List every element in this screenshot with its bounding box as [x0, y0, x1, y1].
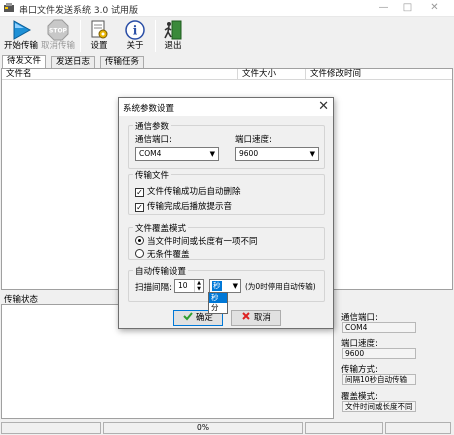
column-file-size[interactable]: 文件大小	[238, 69, 306, 80]
cancel-button[interactable]: 取消	[231, 310, 281, 326]
port-select-value: COM4	[139, 149, 162, 158]
file-list-header: 文件名 文件大小 文件修改时间	[2, 69, 452, 80]
speed-select[interactable]: 9600 ▼	[235, 147, 319, 161]
spinner-arrows-icon[interactable]: ▲ ▼	[194, 280, 203, 292]
port-label: 通信端口:	[135, 135, 172, 145]
interval-unit-value: 秒	[212, 281, 222, 291]
dialog-title-bar: 系统参数设置 ✕	[119, 98, 333, 116]
chevron-down-icon: ▼	[232, 282, 238, 290]
unit-option-seconds[interactable]: 秒	[209, 293, 227, 303]
side-mode-value: 间隔10秒自动传输	[342, 374, 416, 385]
column-modified-time[interactable]: 文件修改时间	[306, 69, 452, 80]
maximize-button[interactable]: □	[401, 2, 414, 14]
chevron-down-icon: ▼	[309, 150, 315, 158]
toolbar-separator	[155, 20, 156, 52]
overwrite-mode-title: 文件覆盖模式	[133, 222, 189, 234]
dialog-title: 系统参数设置	[123, 104, 175, 114]
status-cell	[1, 422, 101, 434]
status-side-panel: 通信端口: COM4 端口速度: 9600 传输方式: 间隔10秒自动传输 覆盖…	[338, 304, 452, 419]
play-icon	[13, 20, 32, 40]
transfer-files-group: 传输文件 ✓ 文件传输成功后自动删除 ✓ 传输完成后播放提示音	[128, 169, 325, 215]
about-label: 关于	[126, 41, 144, 51]
radio-unselected-icon	[135, 249, 144, 258]
radio-selected-icon	[135, 236, 144, 245]
transfer-files-title: 传输文件	[133, 169, 172, 181]
overwrite-mode-group: 文件覆盖模式 当文件时间或长度有一项不同 无条件覆盖	[128, 222, 325, 260]
unit-option-minutes[interactable]: 分	[209, 303, 227, 313]
auto-transfer-hint: (为0时停用自动传输)	[245, 282, 316, 291]
cross-icon	[242, 312, 250, 320]
checkmark-icon: ✓	[135, 203, 144, 212]
tab-bar: 待发文件 发送日志 传输任务	[0, 55, 454, 68]
side-speed-value: 9600	[342, 348, 416, 359]
tab-pending-files[interactable]: 待发文件	[2, 55, 47, 68]
overwrite-if-different-label: 当文件时间或长度有一项不同	[147, 237, 258, 247]
overwrite-always-radio[interactable]: 无条件覆盖	[135, 248, 190, 260]
cancel-button-label: 取消	[253, 313, 271, 323]
exit-icon	[164, 20, 182, 40]
exit-button[interactable]: 退出	[160, 19, 186, 53]
svg-text:i: i	[133, 24, 138, 38]
dialog-close-button[interactable]: ✕	[318, 99, 329, 114]
minimize-button[interactable]: —	[377, 2, 390, 14]
status-bar: 0%	[0, 421, 454, 435]
auto-transfer-title: 自动传输设置	[133, 265, 189, 277]
settings-label: 设置	[90, 41, 108, 51]
toolbar-separator	[80, 20, 81, 52]
chevron-down-icon: ▼	[209, 150, 215, 158]
interval-unit-select[interactable]: 秒 ▼	[209, 279, 241, 293]
about-button[interactable]: i 关于	[122, 19, 148, 53]
scan-interval-label: 扫描间隔:	[135, 283, 172, 293]
svg-text:STOP: STOP	[49, 28, 68, 35]
stop-icon: STOP	[47, 19, 69, 41]
side-port-value: COM4	[342, 322, 416, 333]
overwrite-always-label: 无条件覆盖	[147, 250, 190, 260]
toolbar: 开始传输 STOP 取消传输 设置 i 关于 退出	[0, 17, 454, 55]
progress-cell: 0%	[103, 422, 303, 434]
start-transfer-label: 开始传输	[3, 41, 38, 51]
cancel-transfer-button[interactable]: STOP 取消传输	[40, 19, 76, 53]
scan-interval-value: 10	[178, 281, 188, 290]
side-overwrite-value: 文件时间或长度不同	[342, 401, 416, 412]
window-title: 串口文件发送系统 3.0 试用版	[19, 6, 139, 16]
column-file-name[interactable]: 文件名	[2, 69, 238, 80]
comm-params-group: 通信参数 通信端口: COM4 ▼ 端口速度: 9600 ▼	[128, 120, 325, 169]
delete-after-success-label: 文件传输成功后自动删除	[147, 187, 241, 197]
speed-select-value: 9600	[239, 149, 259, 158]
tab-transfer-tasks[interactable]: 传输任务	[100, 56, 145, 68]
ok-button-label: 确定	[195, 313, 213, 323]
scan-interval-input[interactable]: 10 ▲ ▼	[174, 279, 204, 293]
overwrite-if-different-radio[interactable]: 当文件时间或长度有一项不同	[135, 235, 258, 247]
status-cell	[305, 422, 383, 434]
status-cell	[385, 422, 451, 434]
exit-label: 退出	[164, 41, 182, 51]
speed-label: 端口速度:	[235, 135, 272, 145]
close-window-button[interactable]: ✕	[428, 2, 441, 14]
settings-dialog: 系统参数设置 ✕ 通信参数 通信端口: COM4 ▼ 端口速度: 9600 ▼ …	[118, 97, 334, 329]
play-sound-checkbox[interactable]: ✓ 传输完成后播放提示音	[135, 200, 232, 212]
checkmark-icon	[183, 312, 193, 321]
comm-params-title: 通信参数	[133, 120, 172, 132]
title-bar: 串口文件发送系统 3.0 试用版 — □ ✕	[0, 0, 454, 17]
tab-send-log[interactable]: 发送日志	[51, 56, 96, 68]
info-icon: i	[125, 20, 145, 40]
delete-after-success-checkbox[interactable]: ✓ 文件传输成功后自动删除	[135, 185, 241, 197]
checkmark-icon: ✓	[135, 188, 144, 197]
settings-button[interactable]: 设置	[86, 19, 112, 53]
start-transfer-button[interactable]: 开始传输	[2, 19, 40, 53]
settings-icon	[91, 20, 108, 39]
port-select[interactable]: COM4 ▼	[135, 147, 219, 161]
play-sound-label: 传输完成后播放提示音	[147, 202, 233, 212]
interval-unit-dropdown: 秒 分	[208, 292, 228, 314]
app-icon	[4, 3, 14, 12]
cancel-transfer-label: 取消传输	[40, 41, 75, 51]
